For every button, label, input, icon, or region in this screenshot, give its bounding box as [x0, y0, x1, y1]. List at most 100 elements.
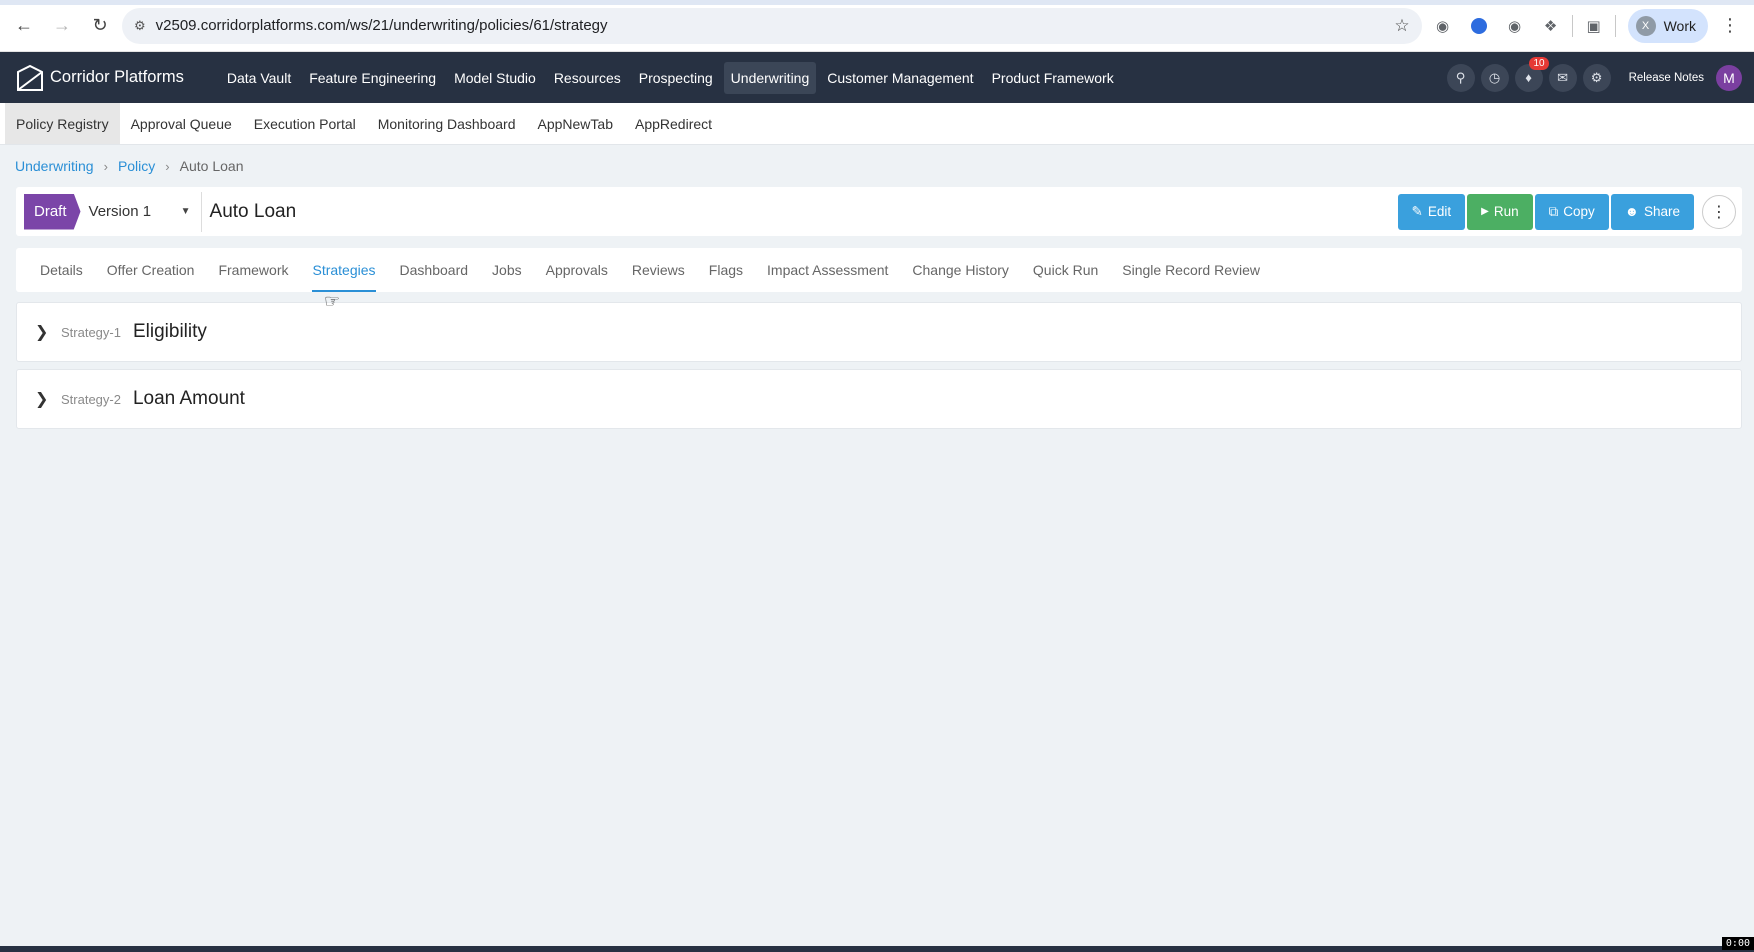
- subnav-appredirect[interactable]: AppRedirect: [624, 103, 723, 144]
- more-options-icon[interactable]: ⋮: [1702, 194, 1736, 229]
- subnav-appnewtab[interactable]: AppNewTab: [526, 103, 624, 144]
- share-button[interactable]: ☻ Share: [1610, 193, 1694, 230]
- tab-reviews[interactable]: Reviews: [620, 248, 697, 292]
- run-label: Run: [1493, 204, 1519, 219]
- bottom-bar: [0, 946, 1754, 952]
- copy-icon: ⧉: [1548, 203, 1559, 219]
- search-icon[interactable]: ⚲: [1446, 63, 1475, 92]
- strategy-row[interactable]: ❯ Strategy-2 Loan Amount: [16, 369, 1742, 429]
- tab-impact-assessment[interactable]: Impact Assessment: [755, 248, 900, 292]
- chevron-right-icon[interactable]: ❯: [35, 322, 48, 342]
- breadcrumb-current: Auto Loan: [179, 158, 244, 174]
- bell-icon[interactable]: ♦ 10: [1514, 56, 1549, 92]
- brand-logo[interactable]: Corridor Platforms: [16, 64, 184, 92]
- tab-strategies[interactable]: Strategies: [300, 248, 387, 292]
- sub-nav: Policy Registry Approval Queue Execution…: [0, 103, 1754, 145]
- edit-button[interactable]: ✎ Edit: [1397, 193, 1466, 230]
- strategy-row[interactable]: ❯ Strategy-1 Eligibility: [16, 302, 1742, 362]
- menu-resources[interactable]: Resources: [547, 62, 628, 94]
- breadcrumb-underwriting[interactable]: Underwriting: [15, 158, 94, 174]
- extensions-icon[interactable]: ❖: [1536, 11, 1566, 41]
- tab-flags[interactable]: Flags: [697, 248, 755, 292]
- run-button[interactable]: ▶ Run: [1467, 193, 1533, 230]
- recording-timer: 0:00: [1721, 937, 1754, 950]
- history-icon[interactable]: ◷: [1480, 63, 1509, 92]
- menu-underwriting[interactable]: Underwriting: [723, 61, 817, 94]
- app-top-nav: Corridor Platforms Data Vault Feature En…: [0, 52, 1754, 103]
- share-user-icon: ☻: [1624, 204, 1639, 219]
- tab-details[interactable]: Details: [28, 248, 95, 292]
- chevron-right-icon: ›: [165, 158, 170, 174]
- chat-icon[interactable]: ✉: [1548, 63, 1577, 92]
- chevron-right-icon[interactable]: ❯: [35, 389, 48, 409]
- version-value: Version 1: [88, 203, 152, 220]
- breadcrumb: Underwriting › Policy › Auto Loan: [0, 145, 1754, 187]
- tab-search-icon[interactable]: ▣: [1579, 11, 1609, 41]
- address-bar[interactable]: ⚙ v2509.corridorplatforms.com/ws/21/unde…: [122, 7, 1422, 44]
- profile-avatar: X: [1635, 15, 1656, 36]
- browser-menu-icon[interactable]: ⋮: [1714, 10, 1746, 42]
- forward-icon[interactable]: →: [46, 10, 78, 42]
- status-badge: Draft: [24, 193, 81, 230]
- strategy-code: Strategy-2: [61, 391, 121, 407]
- main-menu: Data Vault Feature Engineering Model Stu…: [220, 61, 1447, 94]
- toolbar-divider: [1571, 14, 1573, 37]
- profile-label: Work: [1663, 17, 1696, 34]
- notification-badge: 10: [1529, 56, 1549, 70]
- reload-icon[interactable]: ↻: [84, 10, 116, 42]
- tab-quick-run[interactable]: Quick Run: [1021, 248, 1110, 292]
- toolbar-divider: [1614, 14, 1616, 37]
- policy-header: Draft Version 1 ▼ Auto Loan ✎ Edit ▶ Run…: [16, 187, 1742, 236]
- tab-single-record-review[interactable]: Single Record Review: [1110, 248, 1272, 292]
- corridor-logo-icon: [17, 64, 43, 91]
- menu-prospecting[interactable]: Prospecting: [632, 62, 720, 94]
- camera-icon[interactable]: ◉: [1428, 11, 1458, 41]
- chevron-right-icon: ›: [103, 158, 108, 174]
- menu-model-studio[interactable]: Model Studio: [447, 62, 543, 94]
- copy-label: Copy: [1563, 204, 1595, 219]
- policy-tabs: Details Offer Creation Framework Strateg…: [16, 248, 1742, 292]
- release-notes-link[interactable]: Release Notes: [1629, 72, 1704, 84]
- subnav-execution-portal[interactable]: Execution Portal: [243, 103, 367, 144]
- browser-toolbar: ← → ↻ ⚙ v2509.corridorplatforms.com/ws/2…: [0, 0, 1754, 52]
- play-icon: ▶: [1481, 206, 1489, 217]
- tab-dashboard[interactable]: Dashboard: [388, 248, 481, 292]
- user-avatar[interactable]: M: [1716, 64, 1742, 91]
- strategy-name: Loan Amount: [132, 388, 245, 409]
- url-text[interactable]: v2509.corridorplatforms.com/ws/21/underw…: [156, 17, 1385, 34]
- gear-icon[interactable]: ⚙: [1582, 63, 1611, 92]
- page-title: Auto Loan: [209, 200, 297, 222]
- copy-button[interactable]: ⧉ Copy: [1534, 193, 1609, 230]
- tab-offer-creation[interactable]: Offer Creation: [95, 248, 207, 292]
- strategy-list: ❯ Strategy-1 Eligibility ❯ Strategy-2 Lo…: [16, 302, 1742, 429]
- strategy-code: Strategy-1: [61, 324, 121, 340]
- edit-label: Edit: [1427, 204, 1452, 219]
- subnav-approval-queue[interactable]: Approval Queue: [120, 103, 243, 144]
- subnav-policy-registry[interactable]: Policy Registry: [5, 103, 120, 144]
- menu-data-vault[interactable]: Data Vault: [220, 62, 298, 94]
- tab-jobs[interactable]: Jobs: [480, 248, 534, 292]
- edit-icon: ✎: [1411, 203, 1423, 219]
- share-label: Share: [1643, 204, 1680, 219]
- back-icon[interactable]: ←: [8, 10, 40, 42]
- menu-product-framework[interactable]: Product Framework: [985, 62, 1121, 94]
- zoom-extension-icon[interactable]: [1464, 11, 1494, 41]
- bookmark-star-icon[interactable]: ☆: [1394, 16, 1409, 36]
- subnav-monitoring-dashboard[interactable]: Monitoring Dashboard: [367, 103, 527, 144]
- header-tools: ⚲ ◷ ♦ 10 ✉ ⚙ Release Notes M: [1446, 56, 1742, 92]
- tab-approvals[interactable]: Approvals: [534, 248, 620, 292]
- breadcrumb-policy[interactable]: Policy: [118, 158, 155, 174]
- site-info-icon[interactable]: ⚙: [134, 18, 146, 34]
- caret-down-icon: ▼: [180, 206, 191, 217]
- hand-cursor-icon: ☞: [324, 291, 341, 311]
- profile-chip[interactable]: X Work: [1627, 8, 1708, 43]
- browser-tab-strip: [0, 0, 1754, 5]
- strategy-name: Eligibility: [132, 321, 207, 342]
- brand-name: Corridor Platforms: [50, 68, 184, 86]
- tab-change-history[interactable]: Change History: [900, 248, 1021, 292]
- menu-feature-engineering[interactable]: Feature Engineering: [302, 62, 443, 94]
- grammarly-icon[interactable]: ◉: [1500, 11, 1530, 41]
- tab-framework[interactable]: Framework: [206, 248, 300, 292]
- version-select[interactable]: Version 1 ▼: [81, 203, 201, 220]
- menu-customer-management[interactable]: Customer Management: [820, 62, 980, 94]
